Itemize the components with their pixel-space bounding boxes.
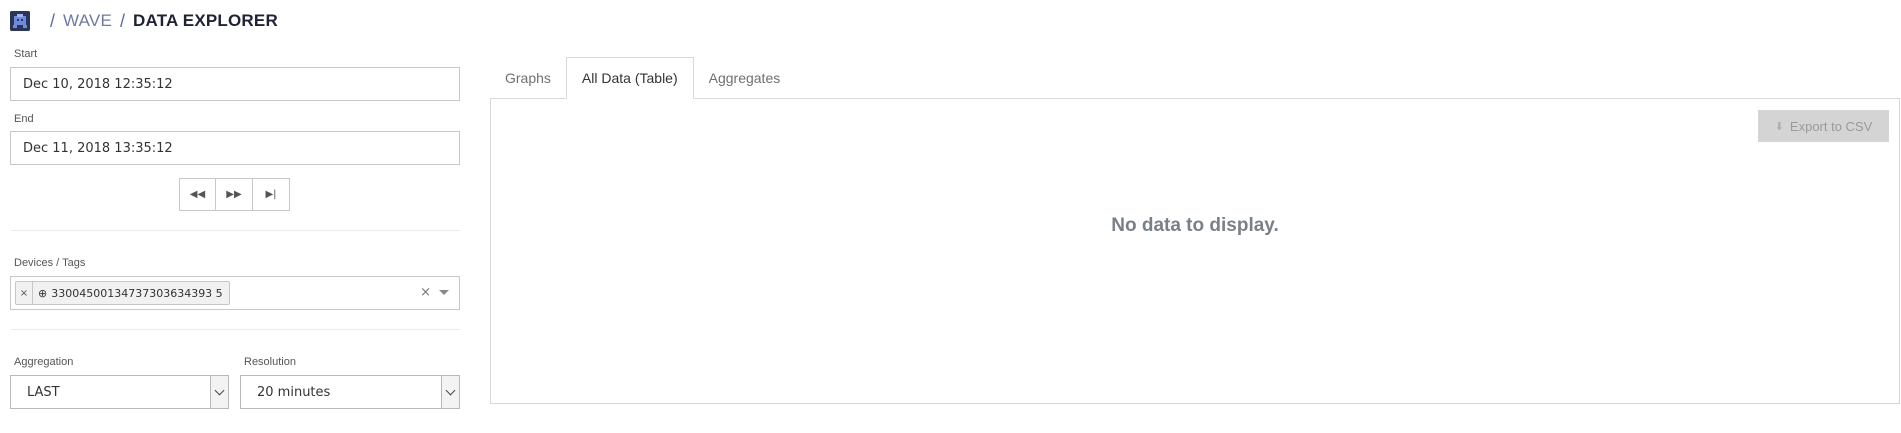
breadcrumb: / WAVE / DATA EXPLORER (10, 10, 278, 32)
export-csv-button[interactable]: ⬇ Export to CSV (1758, 110, 1889, 142)
time-navigation-group: ◀◀ ▶▶ ▶| (179, 178, 290, 211)
empty-state-message: No data to display. (1111, 215, 1279, 236)
device-tag-label: 33004500134737303634393 5 (51, 286, 223, 300)
end-date-input[interactable]: Dec 11, 2018 13:35:12 (10, 131, 460, 165)
page-title: DATA EXPLORER (133, 11, 278, 30)
resolution-value: 20 minutes (257, 384, 331, 400)
aggregation-label: Aggregation (14, 356, 74, 368)
aggregation-value: LAST (27, 384, 60, 400)
download-icon: ⬇ (1774, 120, 1784, 133)
fast-forward-icon: ▶▶ (226, 189, 242, 200)
export-csv-label: Export to CSV (1789, 118, 1873, 134)
tab-graphs[interactable]: Graphs (490, 57, 566, 99)
breadcrumb-separator: / (50, 10, 56, 31)
rewind-button[interactable]: ◀◀ (179, 178, 216, 211)
start-label: Start (14, 48, 38, 60)
devices-tags-label: Devices / Tags (14, 257, 86, 269)
tab-aggregates[interactable]: Aggregates (694, 57, 796, 99)
skip-to-end-button[interactable]: ▶| (253, 178, 290, 211)
start-date-value: Dec 10, 2018 12:35:12 (23, 76, 173, 92)
clear-all-icon[interactable]: × (420, 285, 431, 300)
tab-all-data-table[interactable]: All Data (Table) (565, 57, 694, 99)
devices-tags-select[interactable]: × ⊕ 33004500134737303634393 5 × (10, 276, 460, 310)
chevron-down-icon[interactable] (210, 376, 228, 408)
tag-remove-icon[interactable]: × (16, 282, 33, 304)
fast-forward-button[interactable]: ▶▶ (216, 178, 253, 211)
resolution-label: Resolution (244, 356, 296, 368)
breadcrumb-separator: / (120, 10, 126, 31)
chevron-down-icon[interactable] (441, 376, 459, 408)
end-date-value: Dec 11, 2018 13:35:12 (23, 140, 173, 156)
divider (11, 230, 460, 231)
caret-down-icon[interactable] (439, 290, 449, 295)
device-icon: ⊕ (38, 286, 48, 300)
start-date-input[interactable]: Dec 10, 2018 12:35:12 (10, 67, 460, 101)
rewind-icon: ◀◀ (189, 189, 206, 200)
resolution-select[interactable]: 20 minutes (240, 375, 460, 409)
end-label: End (14, 113, 34, 125)
table-panel: ⬇ Export to CSV No data to display. (490, 98, 1900, 404)
divider (11, 329, 460, 330)
view-tabs: Graphs All Data (Table) Aggregates (490, 57, 795, 99)
data-explorer-page: / WAVE / DATA EXPLORER Start Dec 10, 201… (0, 0, 1901, 433)
device-tag: × ⊕ 33004500134737303634393 5 (15, 281, 230, 305)
wave-logo-icon[interactable] (10, 11, 30, 31)
breadcrumb-link-wave[interactable]: WAVE (63, 11, 112, 31)
aggregation-select[interactable]: LAST (10, 375, 229, 409)
skip-to-end-icon: ▶| (265, 189, 277, 200)
